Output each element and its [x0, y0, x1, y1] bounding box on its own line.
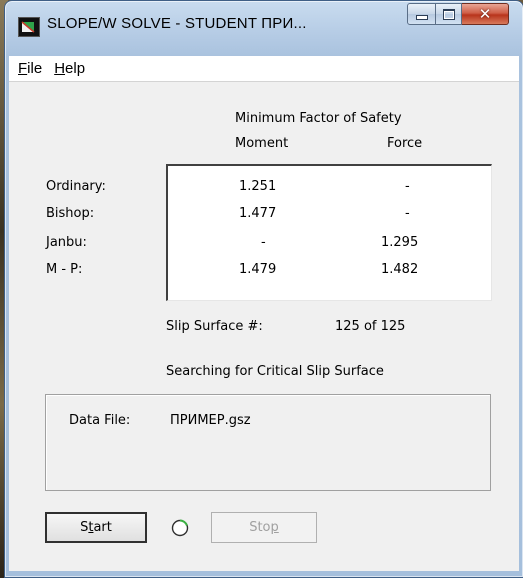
method-label-janbu: Janbu:	[46, 235, 87, 250]
method-label-mp: M - P:	[46, 262, 83, 277]
minimize-button[interactable]	[407, 3, 436, 25]
status-text: Searching for Critical Slip Surface	[166, 364, 384, 379]
results-table: 1.251 - 1.477 - - 1.295 1.479 1.482	[166, 164, 492, 301]
app-icon[interactable]	[18, 17, 40, 37]
janbu-force-value: 1.295	[381, 235, 419, 250]
method-label-ordinary: Ordinary:	[46, 179, 106, 194]
maximize-icon	[442, 8, 455, 20]
menu-bar: File Help	[9, 56, 519, 82]
caption-buttons: ✕	[407, 3, 509, 25]
menu-help-accel: H	[54, 60, 66, 77]
slip-surface-value: 125 of 125	[335, 319, 406, 334]
window-title: SLOPE/W SOLVE - STUDENT ПРИ...	[47, 15, 307, 32]
data-file-label: Data File:	[69, 413, 131, 428]
column-moment-header: Moment	[235, 136, 289, 151]
ordinary-moment-value: 1.251	[239, 179, 277, 194]
stop-label-pre: Sto	[249, 520, 271, 535]
bishop-force-value: -	[405, 206, 410, 221]
close-icon: ✕	[478, 5, 492, 23]
maximize-button[interactable]	[436, 3, 462, 25]
mp-force-value: 1.482	[381, 262, 419, 277]
stop-label-accel: p	[270, 520, 279, 535]
menu-file-accel: F	[18, 60, 28, 77]
menu-help[interactable]: Help	[48, 60, 91, 77]
start-button[interactable]: Start	[45, 512, 147, 543]
mp-moment-value: 1.479	[239, 262, 277, 277]
client-area: Minimum Factor of Safety Moment Force Or…	[9, 82, 519, 571]
title-bar[interactable]: SLOPE/W SOLVE - STUDENT ПРИ... ✕	[5, 1, 523, 51]
slip-surface-label: Slip Surface #:	[166, 319, 263, 334]
bishop-moment-value: 1.477	[239, 206, 277, 221]
menu-file-rest: ile	[27, 60, 43, 77]
menu-help-rest: elp	[65, 60, 86, 77]
data-file-value: ПРИМЕР.gsz	[170, 413, 251, 428]
progress-spinner-icon	[170, 518, 190, 538]
solver-window: SLOPE/W SOLVE - STUDENT ПРИ... ✕ File He…	[4, 0, 523, 578]
data-file-group: Data File: ПРИМЕР.gsz	[45, 394, 491, 491]
start-label-post: art	[93, 520, 112, 535]
minimize-icon	[415, 14, 428, 20]
close-button[interactable]: ✕	[462, 3, 509, 25]
stop-button-label: Stop	[249, 520, 279, 535]
janbu-moment-value: -	[261, 235, 266, 250]
menu-file[interactable]: File	[12, 60, 48, 77]
stop-button[interactable]: Stop	[211, 512, 317, 543]
column-force-header: Force	[387, 136, 423, 151]
method-label-bishop: Bishop:	[46, 206, 95, 221]
results-heading: Minimum Factor of Safety	[235, 111, 402, 126]
start-button-label: Start	[80, 520, 112, 535]
ordinary-force-value: -	[405, 179, 410, 194]
